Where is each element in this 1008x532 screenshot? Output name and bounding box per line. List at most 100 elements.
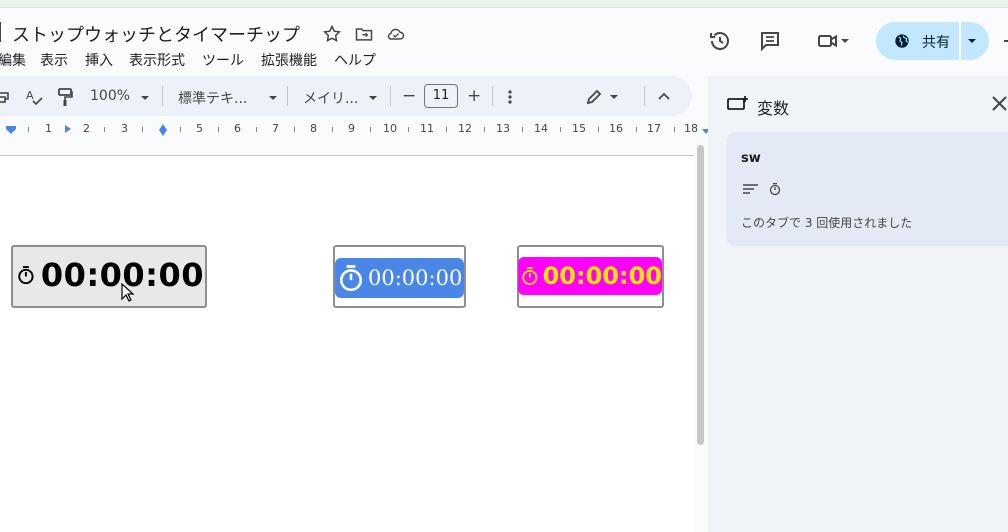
ruler-tick — [180, 127, 181, 132]
toolbar-separator — [492, 86, 493, 106]
left-indent-marker-icon[interactable] — [5, 125, 17, 135]
ruler-number: 18 — [684, 122, 698, 135]
menu-insert[interactable]: 挿入 — [85, 50, 113, 70]
ruler-number: 1 — [45, 122, 52, 135]
font-caret-icon[interactable] — [368, 93, 378, 103]
move-folder-icon[interactable] — [354, 24, 374, 44]
comment-icon — [761, 32, 779, 52]
ruler-tick — [294, 127, 295, 132]
menu-edit[interactable]: 編集 — [0, 50, 26, 70]
spellcheck-icon[interactable]: A — [25, 88, 43, 106]
close-icon[interactable] — [991, 95, 1008, 112]
document-scrollbar[interactable] — [697, 145, 704, 445]
ruler-tick — [142, 127, 143, 132]
decrease-font-size-button[interactable]: − — [402, 86, 416, 106]
menu-tools[interactable]: ツール — [202, 50, 244, 70]
increase-font-size-button[interactable]: + — [467, 86, 481, 106]
toolbar-separator — [644, 86, 645, 106]
zoom-select[interactable]: 100% — [90, 88, 130, 104]
ruler-number: 10 — [383, 122, 397, 135]
globe-icon — [895, 34, 909, 48]
editing-mode-icon[interactable] — [585, 88, 603, 106]
ruler-tick — [522, 127, 523, 132]
paint-format-icon[interactable] — [57, 87, 73, 107]
center-tab-marker-icon[interactable] — [158, 124, 168, 136]
ruler-tick — [598, 127, 599, 132]
stopwatch-icon — [522, 267, 538, 285]
ruler-number: 6 — [234, 122, 241, 135]
ruler-number: 17 — [647, 122, 661, 135]
ruler-number: 7 — [272, 122, 279, 135]
font-size-input[interactable]: 11 — [424, 84, 458, 108]
toolbar-separator — [162, 86, 163, 106]
stopwatch-chip[interactable]: 00:00:00 — [518, 257, 662, 295]
share-label: 共有 — [922, 35, 950, 51]
menu-bar: 編集 表示 挿入 表示形式 ツール 拡張機能 ヘルプ — [0, 50, 700, 70]
ruler-number: 9 — [348, 122, 355, 135]
document-title[interactable]: ストップウォッチとタイマーチップ — [12, 21, 300, 47]
stopwatch-time: 00:00:00 — [368, 266, 463, 290]
ruler-number: 12 — [458, 122, 472, 135]
toolbar-separator — [390, 86, 391, 106]
share-divider — [959, 22, 961, 60]
style-caret-icon[interactable] — [268, 93, 278, 103]
ruler-number: 8 — [310, 122, 317, 135]
menu-view[interactable]: 表示 — [40, 50, 68, 70]
account-edge — [1004, 40, 1008, 42]
ruler-tick — [218, 127, 219, 132]
toolbar-separator — [287, 86, 288, 106]
short-text-icon — [743, 184, 758, 194]
cloud-saved-icon[interactable] — [386, 24, 406, 44]
ruler-tick — [104, 127, 105, 132]
editing-mode-caret-icon[interactable] — [609, 92, 619, 102]
doc-icon-edge — [0, 22, 1, 42]
ruler-tick — [256, 127, 257, 132]
ruler-tick — [370, 127, 371, 132]
meet-button[interactable] — [810, 25, 856, 57]
comments-button[interactable] — [754, 25, 786, 57]
ruler-tick — [674, 127, 675, 132]
variable-usage-text: このタブで 3 回使用されました — [741, 216, 913, 230]
ruler-number: 16 — [609, 122, 623, 135]
caret-down-icon — [841, 39, 849, 43]
panel-title: 変数 — [757, 99, 790, 118]
browser-strip — [0, 0, 1008, 8]
document-page[interactable] — [0, 155, 694, 532]
svg-text:A: A — [26, 89, 34, 102]
style-select[interactable]: 標準テキ... — [178, 88, 247, 108]
zoom-caret-icon[interactable] — [140, 93, 150, 103]
video-camera-icon — [818, 34, 837, 48]
ruler-number: 15 — [572, 122, 586, 135]
history-icon — [710, 32, 729, 50]
print-icon[interactable] — [0, 88, 10, 104]
title-row: ストップウォッチとタイマーチップ — [0, 18, 700, 48]
star-icon[interactable] — [322, 24, 342, 44]
stopwatch-chip[interactable]: 00:00:00 — [335, 258, 464, 298]
more-options-icon[interactable] — [505, 89, 515, 105]
stopwatch-chip[interactable]: 00:00:00 — [14, 252, 204, 298]
horizontal-ruler: 1 2 3 4 5 6 7 8 9 10 11 12 13 14 15 16 1… — [0, 122, 710, 138]
ruler-number: 2 — [83, 122, 90, 135]
stopwatch-icon — [769, 183, 781, 196]
mouse-cursor-icon — [121, 283, 135, 302]
ruler-tick — [446, 127, 447, 132]
variable-name: sw — [741, 151, 761, 166]
ruler-number: 11 — [420, 122, 434, 135]
stopwatch-time: 00:00:00 — [542, 262, 662, 290]
ruler-tick — [332, 127, 333, 132]
stopwatch-icon — [18, 266, 34, 285]
hide-menus-icon[interactable] — [657, 90, 671, 102]
ruler-tick — [408, 127, 409, 132]
menu-extensions[interactable]: 拡張機能 — [261, 50, 317, 70]
menu-format[interactable]: 表示形式 — [129, 50, 185, 70]
stopwatch-icon — [340, 265, 362, 292]
font-select[interactable]: メイリ... — [303, 88, 358, 108]
ruler-tick — [484, 127, 485, 132]
menu-help[interactable]: ヘルプ — [334, 50, 376, 70]
ruler-number: 13 — [496, 122, 510, 135]
version-history-button[interactable] — [704, 25, 736, 57]
ruler-tick — [636, 127, 637, 132]
share-caret-icon[interactable] — [967, 36, 977, 46]
ruler-number: 14 — [534, 122, 548, 135]
share-button[interactable]: 共有 — [876, 22, 989, 60]
